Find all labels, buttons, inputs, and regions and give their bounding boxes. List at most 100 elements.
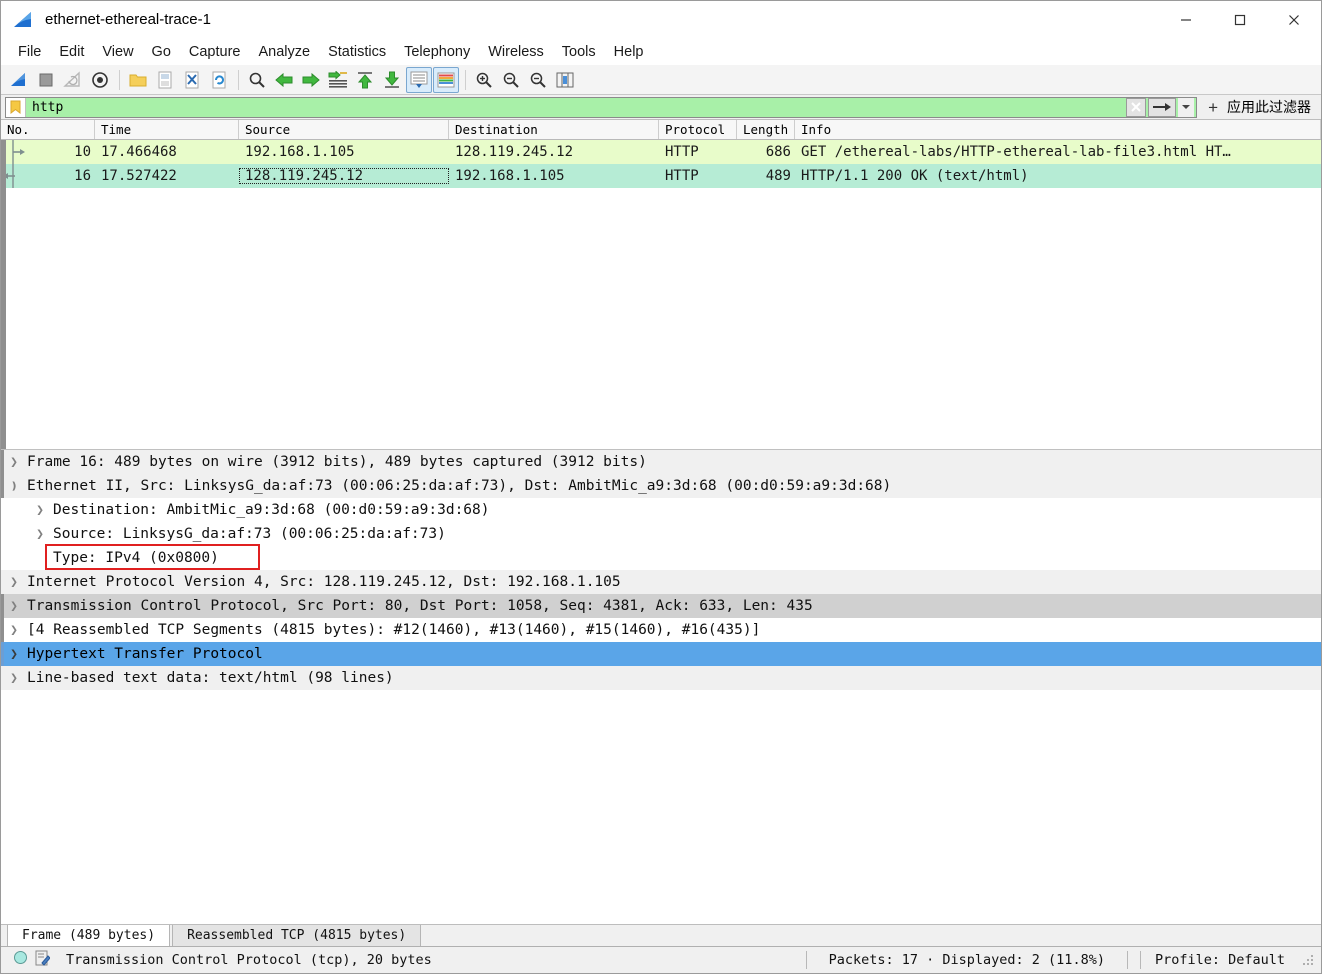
filter-bookmark-icon[interactable]	[6, 97, 26, 117]
detail-left-rail-segment	[1, 594, 4, 618]
profile-status[interactable]: Profile: Default	[1143, 952, 1297, 968]
column-header-source[interactable]: Source	[239, 120, 449, 139]
chevron-down-icon[interactable]: ❫	[1, 479, 27, 494]
go-to-packet-icon[interactable]	[325, 67, 351, 93]
detail-row-frame[interactable]: ❯ Frame 16: 489 bytes on wire (3912 bits…	[1, 450, 1321, 474]
column-header-protocol[interactable]: Protocol	[659, 120, 737, 139]
go-to-last-packet-icon[interactable]	[379, 67, 405, 93]
go-back-icon[interactable]	[271, 67, 297, 93]
menu-item-tools[interactable]: Tools	[553, 42, 605, 62]
detail-row-source[interactable]: ❯ Source: LinksysG_da:af:73 (00:06:25:da…	[1, 522, 1321, 546]
chevron-down-icon[interactable]	[1178, 97, 1195, 117]
detail-row-type[interactable]: Type: IPv4 (0x0800)	[1, 546, 1321, 570]
detail-row-line-based-data[interactable]: ❯ Line-based text data: text/html (98 li…	[1, 666, 1321, 690]
chevron-right-icon[interactable]: ❯	[1, 599, 27, 614]
menu-item-statistics[interactable]: Statistics	[319, 42, 395, 62]
resize-grip-icon[interactable]	[1301, 953, 1315, 967]
chevron-right-icon[interactable]: ❯	[1, 455, 27, 470]
chevron-right-icon[interactable]: ❯	[1, 671, 27, 686]
packet-counts-status: Packets: 17 · Displayed: 2 (11.8%)	[828, 952, 1105, 968]
menu-item-capture[interactable]: Capture	[180, 42, 250, 62]
table-row[interactable]: 16 17.527422 128.119.245.12 192.168.1.10…	[1, 164, 1321, 188]
minimize-icon[interactable]	[1159, 1, 1213, 38]
table-row[interactable]: 10 17.466468 192.168.1.105 128.119.245.1…	[1, 140, 1321, 164]
maximize-icon[interactable]	[1213, 1, 1267, 38]
capture-comment-icon[interactable]	[35, 950, 51, 971]
menu-item-help[interactable]: Help	[605, 42, 653, 62]
column-header-destination[interactable]: Destination	[449, 120, 659, 139]
chevron-right-icon[interactable]: ❯	[1, 647, 27, 662]
resize-columns-icon[interactable]	[552, 67, 578, 93]
detail-row-label: [4 Reassembled TCP Segments (4815 bytes)…	[27, 622, 761, 638]
zoom-reset-icon[interactable]	[525, 67, 551, 93]
cell-destination: 192.168.1.105	[455, 168, 565, 184]
column-header-info[interactable]: Info	[795, 120, 1321, 139]
menu-item-view[interactable]: View	[93, 42, 142, 62]
byte-view-tabs: Frame (489 bytes) Reassembled TCP (4815 …	[1, 925, 1321, 947]
detail-left-rail-segment	[1, 474, 4, 498]
zoom-in-icon[interactable]	[471, 67, 497, 93]
display-filter-bar: + 应用此过滤器	[1, 95, 1321, 120]
menu-bar: File Edit View Go Capture Analyze Statis…	[1, 38, 1321, 65]
menu-item-wireless[interactable]: Wireless	[479, 42, 553, 62]
filter-input-wrapper[interactable]	[5, 96, 1198, 118]
packet-list-pane[interactable]: No. Time Source Destination Protocol Len…	[1, 120, 1321, 450]
save-file-icon[interactable]	[152, 67, 178, 93]
colorize-packets-icon[interactable]	[433, 66, 459, 93]
tab-frame[interactable]: Frame (489 bytes)	[7, 925, 171, 946]
column-header-length[interactable]: Length	[737, 120, 795, 139]
close-icon[interactable]	[1267, 1, 1321, 38]
detail-row-ethernet[interactable]: ❫ Ethernet II, Src: LinksysG_da:af:73 (0…	[1, 474, 1321, 498]
menu-item-go[interactable]: Go	[143, 42, 180, 62]
column-header-no[interactable]: No.	[1, 120, 95, 139]
add-filter-button[interactable]: +	[1199, 99, 1227, 116]
title-bar: ethernet-ethereal-trace-1	[1, 1, 1321, 38]
go-to-first-packet-icon[interactable]	[352, 67, 378, 93]
cell-no: 10	[74, 144, 91, 160]
detail-row-label: Source: LinksysG_da:af:73 (00:06:25:da:a…	[53, 526, 446, 542]
detail-row-label: Destination: AmbitMic_a9:3d:68 (00:d0:59…	[53, 502, 490, 518]
detail-row-label: Transmission Control Protocol, Src Port:…	[27, 598, 813, 614]
detail-row-tcp[interactable]: ❯ Transmission Control Protocol, Src Por…	[1, 594, 1321, 618]
cell-protocol: HTTP	[665, 144, 699, 160]
search-input[interactable]	[26, 97, 1127, 117]
detail-row-label: Ethernet II, Src: LinksysG_da:af:73 (00:…	[27, 478, 892, 494]
open-file-icon[interactable]	[125, 67, 151, 93]
go-forward-icon[interactable]	[298, 67, 324, 93]
start-capture-icon[interactable]	[6, 67, 32, 93]
zoom-out-icon[interactable]	[498, 67, 524, 93]
menu-item-file[interactable]: File	[9, 42, 50, 62]
menu-item-analyze[interactable]: Analyze	[249, 42, 319, 62]
find-packet-icon[interactable]	[244, 67, 270, 93]
chevron-right-icon[interactable]: ❯	[27, 527, 53, 542]
stop-capture-icon[interactable]	[33, 67, 59, 93]
chevron-right-icon[interactable]: ❯	[1, 623, 27, 638]
detail-row-ipv4[interactable]: ❯ Internet Protocol Version 4, Src: 128.…	[1, 570, 1321, 594]
detail-row-reassembled[interactable]: ❯ [4 Reassembled TCP Segments (4815 byte…	[1, 618, 1321, 642]
detail-row-label: Type: IPv4 (0x0800)	[53, 550, 219, 566]
detail-row-destination[interactable]: ❯ Destination: AmbitMic_a9:3d:68 (00:d0:…	[1, 498, 1321, 522]
column-header-time[interactable]: Time	[95, 120, 239, 139]
detail-left-rail-segment	[1, 450, 4, 474]
menu-item-edit[interactable]: Edit	[50, 42, 93, 62]
cell-destination: 128.119.245.12	[455, 144, 574, 160]
cell-info: HTTP/1.1 200 OK (text/html)	[801, 168, 1029, 184]
chevron-right-icon[interactable]: ❯	[1, 575, 27, 590]
reload-file-icon[interactable]	[206, 67, 232, 93]
packet-details-pane[interactable]: ❯ Frame 16: 489 bytes on wire (3912 bits…	[1, 450, 1321, 925]
detail-row-http[interactable]: ❯ Hypertext Transfer Protocol	[1, 642, 1321, 666]
toolbar-separator	[238, 69, 239, 90]
cell-length: 686	[765, 144, 791, 160]
chevron-right-icon[interactable]: ❯	[27, 503, 53, 518]
menu-item-telephony[interactable]: Telephony	[395, 42, 479, 62]
expert-info-circle-icon[interactable]	[13, 950, 28, 970]
wireshark-shark-fin-icon	[13, 11, 43, 29]
apply-filter-label[interactable]: 应用此过滤器	[1227, 97, 1319, 117]
tab-reassembled-tcp[interactable]: Reassembled TCP (4815 bytes)	[172, 925, 422, 946]
restart-capture-icon[interactable]	[60, 67, 86, 93]
auto-scroll-icon[interactable]	[406, 66, 432, 93]
capture-options-icon[interactable]	[87, 67, 113, 93]
close-file-icon[interactable]	[179, 67, 205, 93]
apply-filter-arrow-icon[interactable]	[1148, 97, 1177, 117]
clear-filter-icon[interactable]	[1126, 97, 1147, 117]
